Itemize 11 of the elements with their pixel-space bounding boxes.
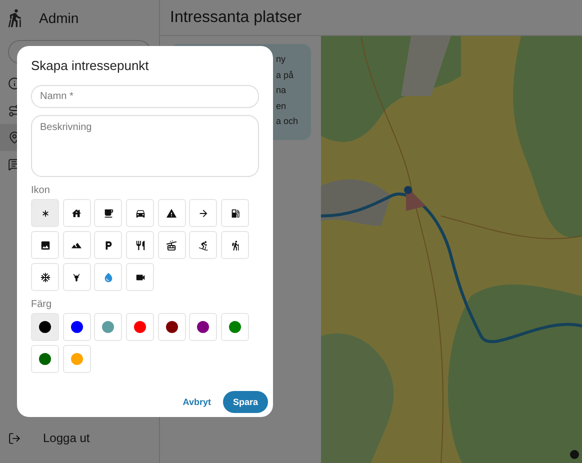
info-text: na bbox=[276, 84, 288, 97]
info-text: ny bbox=[276, 53, 287, 66]
info-text: en bbox=[276, 100, 288, 112]
icon-label: Ikon bbox=[31, 185, 51, 196]
page-title: Intressanta platser bbox=[170, 8, 302, 26]
info-text: a på bbox=[276, 68, 295, 82]
app-title: Admin bbox=[39, 10, 79, 26]
dialog-title: Skapa intressepunkt bbox=[31, 58, 150, 73]
color-label: Färg bbox=[31, 299, 53, 310]
info-text: a och bbox=[276, 115, 300, 128]
logout-label: Logga ut bbox=[43, 431, 90, 445]
